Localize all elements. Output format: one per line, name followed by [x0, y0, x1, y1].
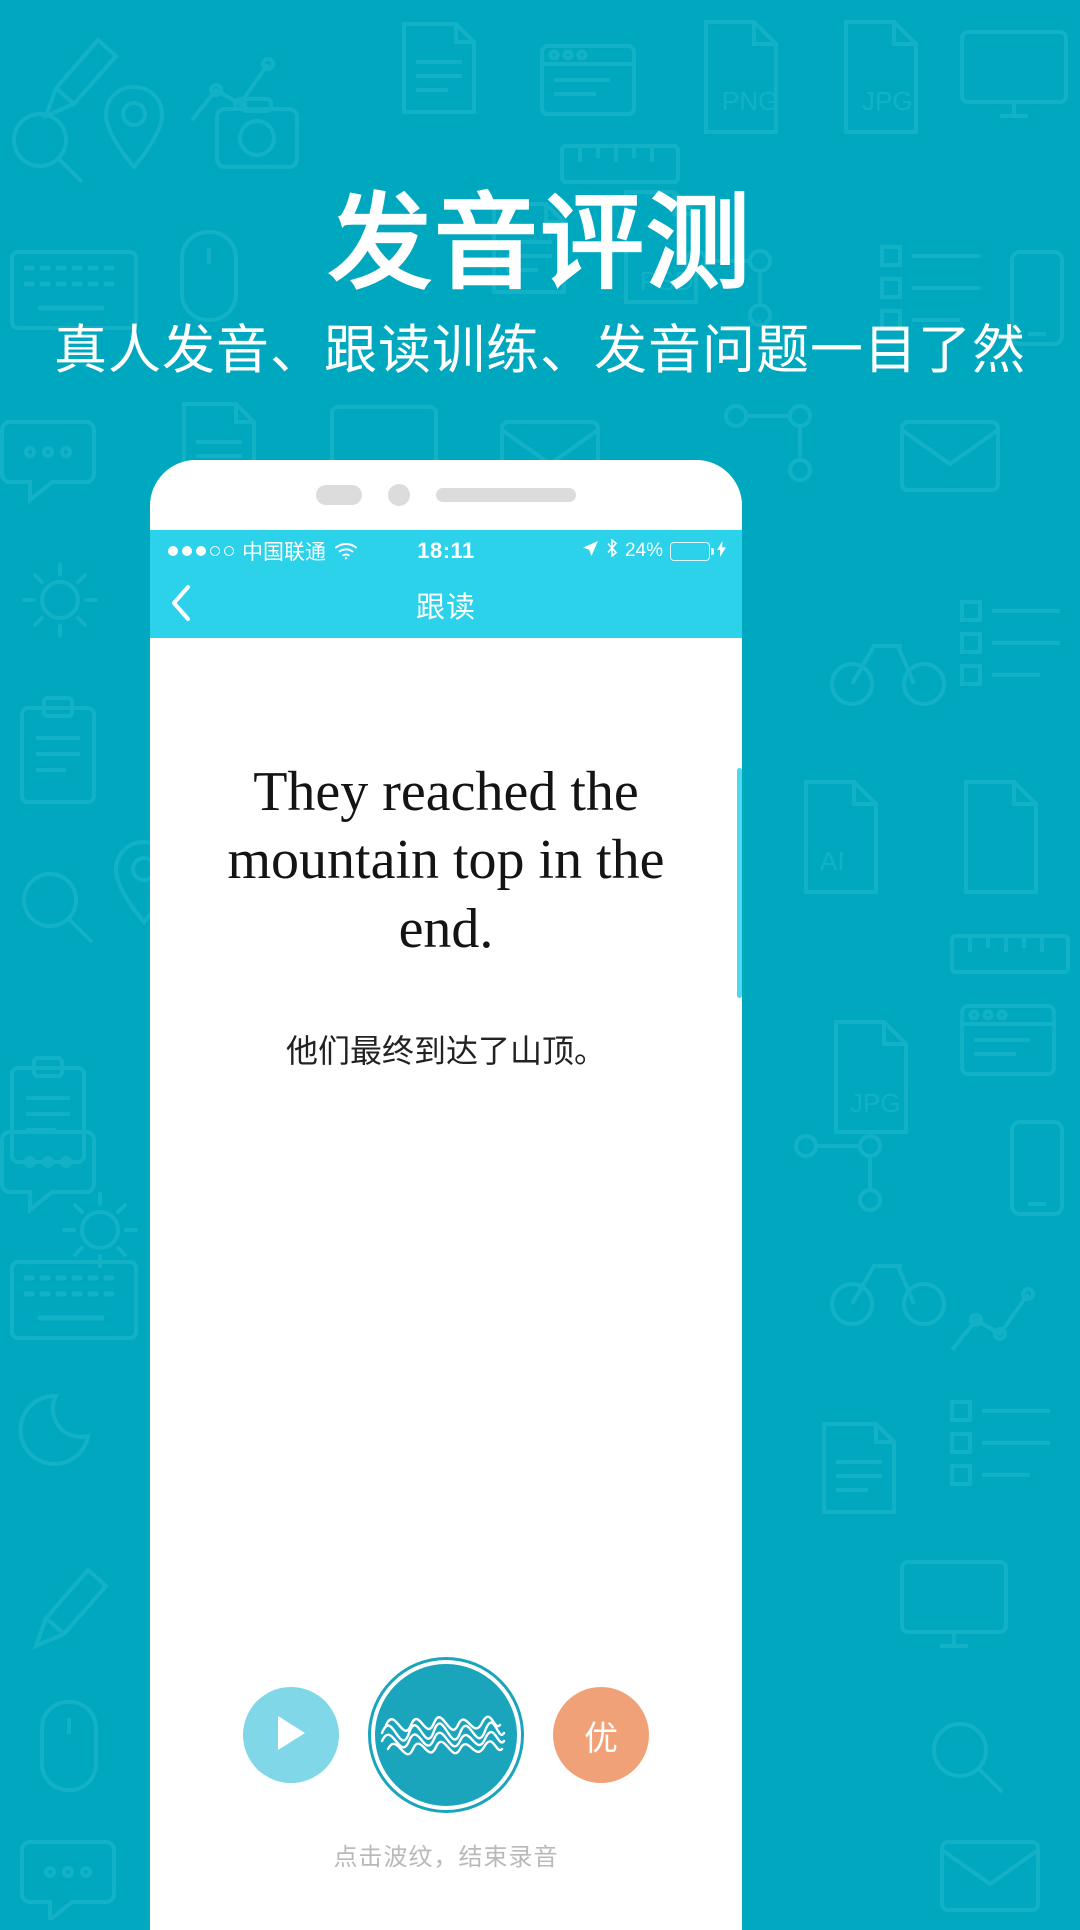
score-label: 优 — [584, 1719, 618, 1758]
lightning-bolt-icon — [717, 540, 726, 563]
back-button[interactable] — [170, 572, 206, 638]
nav-bar: 跟读 — [150, 572, 742, 638]
location-arrow-icon — [582, 540, 599, 563]
speaker-grill-icon — [316, 485, 362, 505]
svg-text:JPG: JPG — [850, 1088, 901, 1118]
sentence-english: They reached the mountain top in the end… — [227, 761, 665, 960]
earpiece-icon — [436, 488, 576, 502]
phone-bezel-top — [150, 460, 742, 530]
page-subtitle: 真人发音、跟读训练、发音问题一目了然 — [54, 321, 1026, 380]
banner: 发音评测 真人发音、跟读训练、发音问题一目了然 — [0, 0, 1080, 380]
chevron-left-icon — [170, 584, 192, 627]
battery-icon — [670, 541, 714, 561]
phone-mockup: 中国联通 18:11 24% 跟读 They reached the mount… — [150, 460, 742, 1930]
wifi-icon — [334, 542, 358, 560]
play-triangle-icon — [274, 1714, 308, 1757]
page-title: 发音评测 — [327, 186, 752, 302]
status-bar-left: 中国联通 — [168, 536, 358, 566]
signal-strength-icon — [168, 546, 234, 556]
content-area: They reached the mountain top in the end… — [150, 638, 742, 1930]
record-waveform-button[interactable] — [371, 1660, 521, 1810]
nav-title: 跟读 — [415, 592, 476, 624]
sentence-chinese: 他们最终到达了山顶。 — [285, 1032, 606, 1069]
status-bar: 中国联通 18:11 24% — [150, 530, 742, 572]
waveform-icon — [376, 1664, 516, 1806]
phone-screen: 中国联通 18:11 24% 跟读 They reached the mount… — [150, 530, 742, 1930]
score-button[interactable]: 优 — [553, 1687, 649, 1783]
controls-hint-text: 点击波纹，结束录音 — [333, 1844, 559, 1871]
scrollbar[interactable] — [737, 768, 742, 998]
front-camera-icon — [388, 484, 410, 506]
bluetooth-icon — [606, 538, 618, 563]
play-button[interactable] — [243, 1687, 339, 1783]
playback-controls: 优 — [150, 1660, 742, 1810]
carrier-label: 中国联通 — [242, 541, 326, 564]
status-bar-right: 24% — [582, 538, 726, 563]
battery-percent-label: 24% — [624, 540, 663, 561]
svg-text:AI: AI — [820, 846, 845, 876]
